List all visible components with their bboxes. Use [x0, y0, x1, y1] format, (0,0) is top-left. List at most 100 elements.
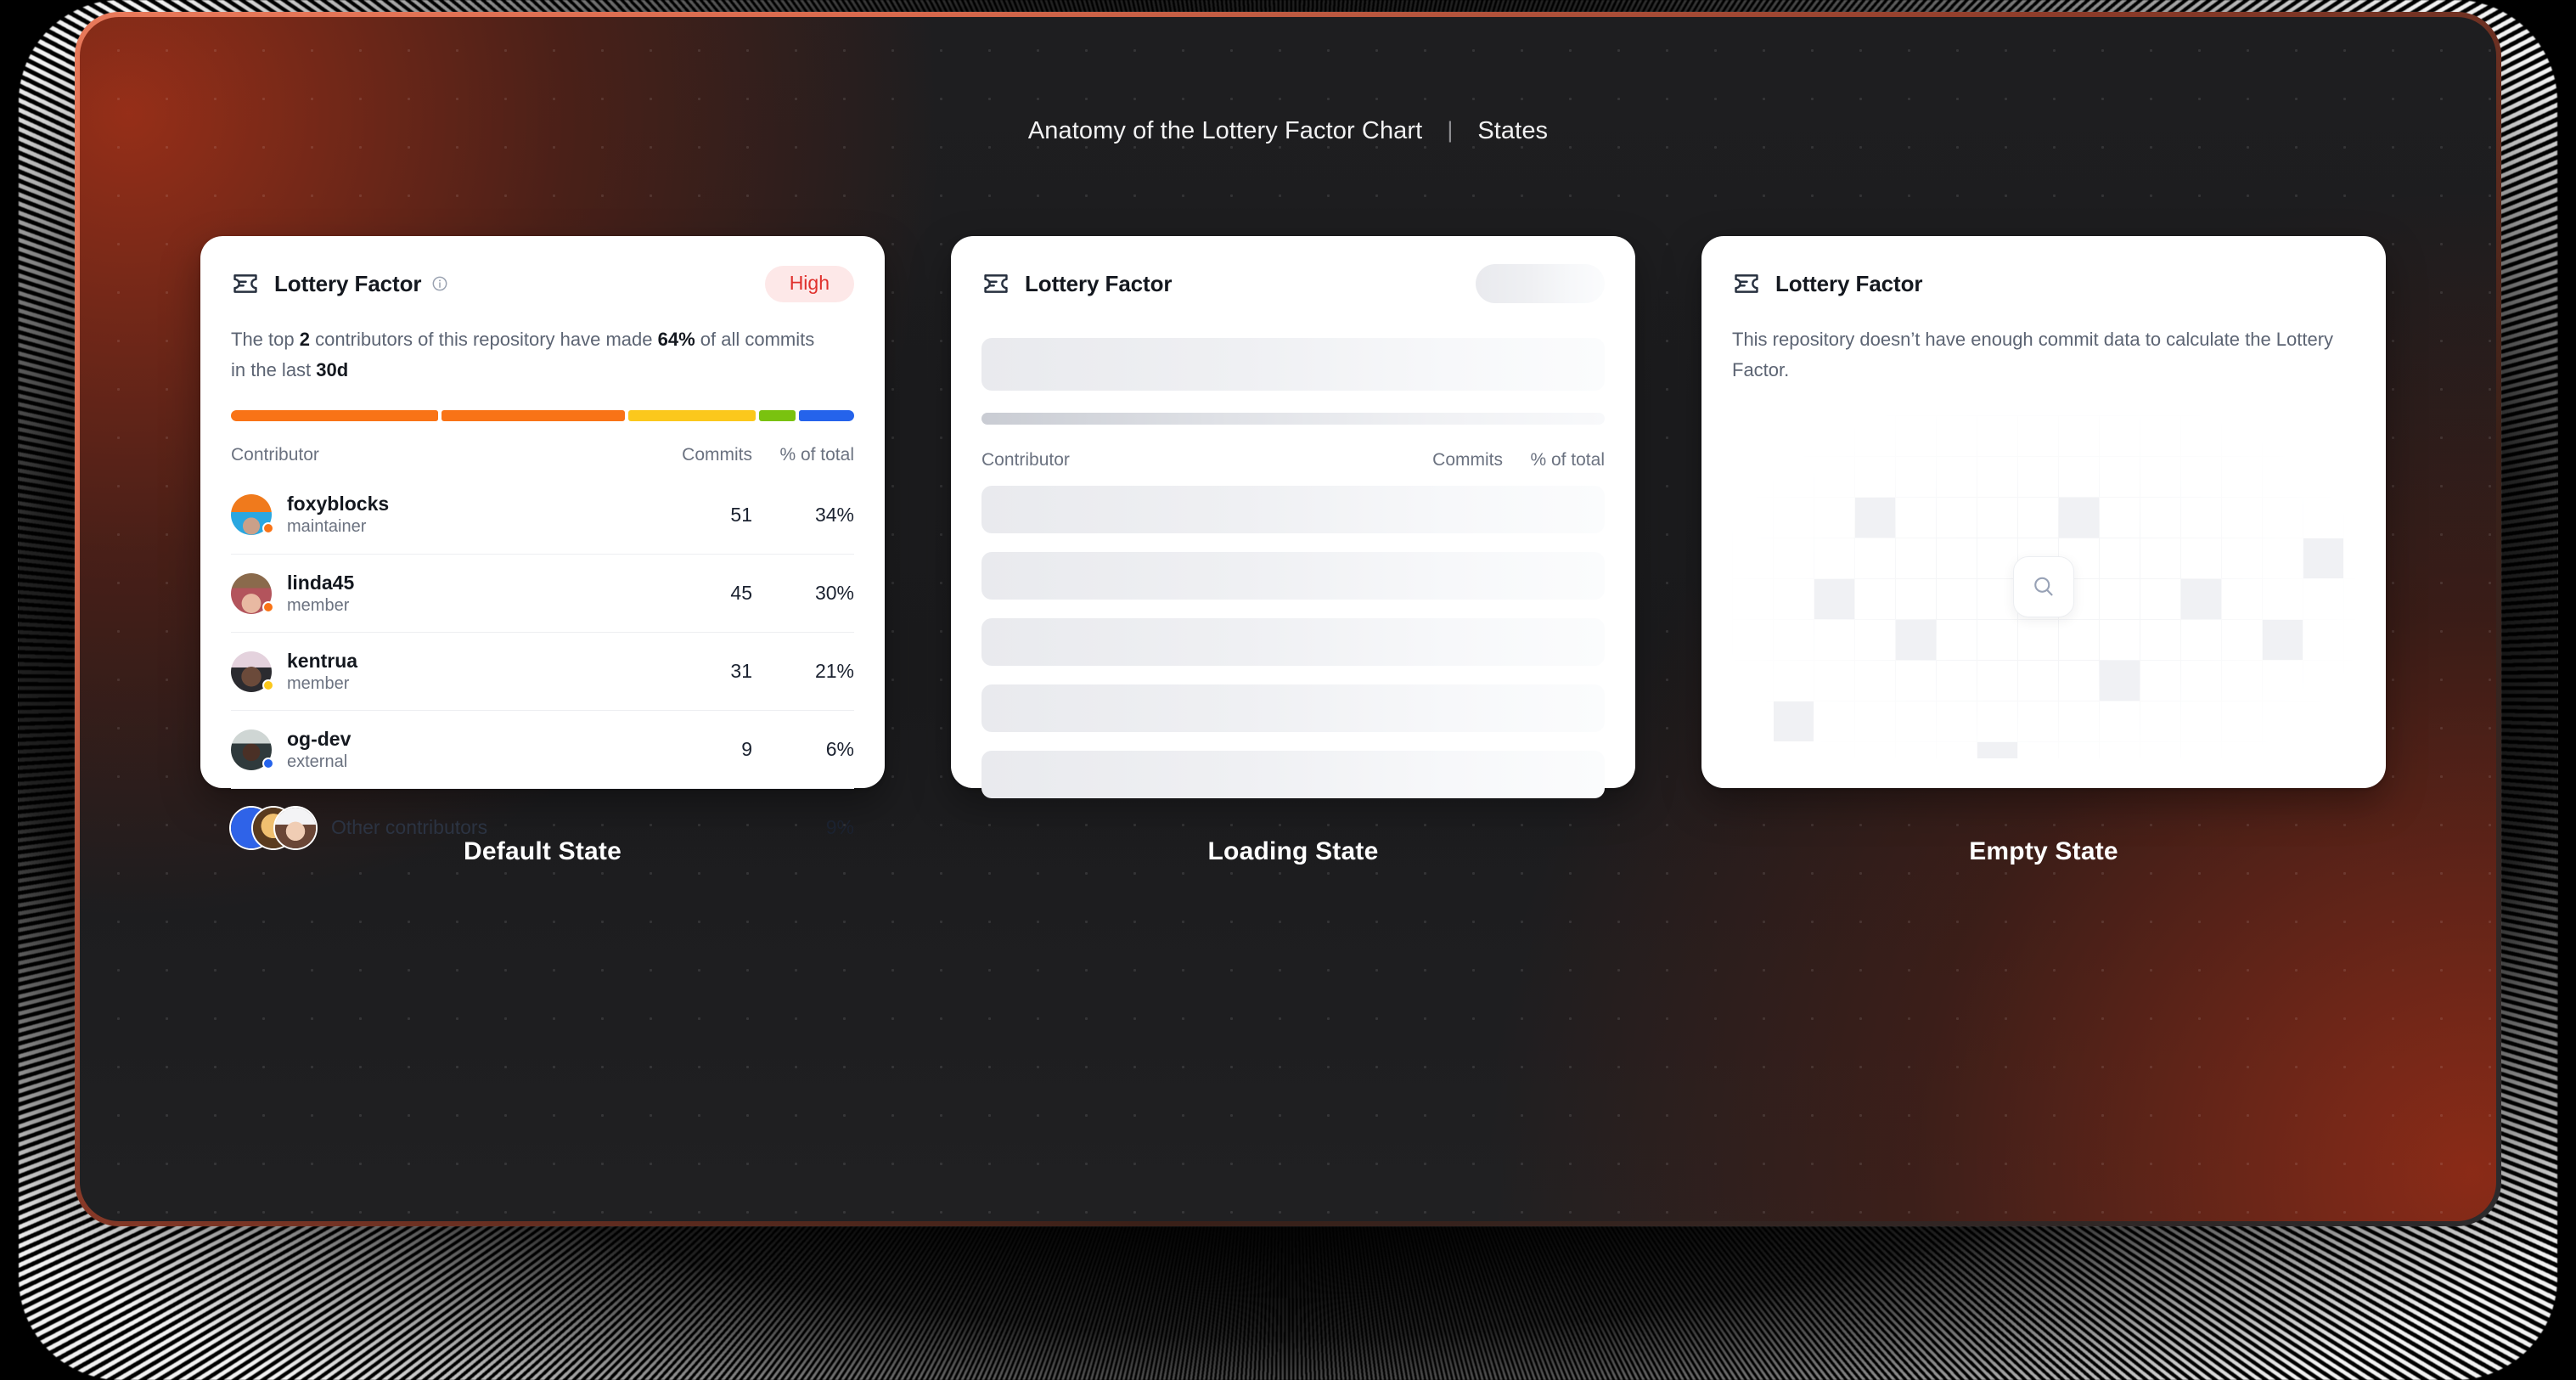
contributor-cell: kentrua member [231, 650, 642, 694]
empty-illustration [1732, 415, 2355, 759]
contributor-cell: og-dev external [231, 728, 642, 772]
description-skeleton [981, 338, 1605, 391]
search-icon [2034, 577, 2053, 596]
grid-cell [2100, 661, 2140, 701]
column-header-pct: % of total [779, 445, 854, 465]
grid-cell [2263, 620, 2303, 661]
breadcrumb-primary: Anatomy of the Lottery Factor Chart [1027, 117, 1423, 144]
table-row[interactable]: og-dev external 9 6% [231, 710, 854, 788]
percent-cell: 21% [814, 660, 854, 683]
avatar [275, 807, 316, 848]
column-header-pct: % of total [1530, 450, 1605, 470]
card-header-empty: Lottery Factor [1732, 265, 2355, 302]
contributor-text: og-dev external [287, 728, 351, 772]
row-skeleton [981, 486, 1605, 533]
info-icon[interactable] [431, 275, 448, 292]
avatar-status-dot [262, 522, 274, 535]
row-skeleton [981, 618, 1605, 666]
contributor-role: maintainer [287, 517, 367, 537]
percent-cell: 34% [814, 503, 854, 526]
row-skeleton [981, 751, 1605, 798]
card-title: Lottery Factor [1025, 270, 1173, 296]
contributor-name[interactable]: linda45 [287, 572, 354, 594]
segment-2 [442, 410, 625, 422]
avatar-status-dot [262, 679, 274, 691]
breadcrumb-secondary: States [1477, 117, 1549, 144]
table-body: foxyblocks maintainer 51 34% linda45 member 45… [231, 476, 854, 866]
table-row[interactable]: kentrua member 31 21% [231, 632, 854, 710]
other-contributors-label: Other contributors [331, 816, 488, 839]
state-label-loading: Loading State [1207, 837, 1379, 865]
loading-state-column: Lottery Factor Contributor Commits % of … [951, 236, 1635, 866]
ticket-icon [1735, 274, 1758, 293]
avatar-status-dot [262, 757, 274, 769]
avatar [231, 572, 274, 614]
segment-5 [799, 410, 855, 422]
grid-cell [1977, 742, 2017, 759]
table-header: Contributor Commits % of total [981, 450, 1605, 481]
state-label-empty: Empty State [1969, 837, 2118, 865]
contributor-name[interactable]: kentrua [287, 650, 357, 672]
badge-skeleton [1476, 264, 1605, 303]
contributor-text: linda45 member [287, 572, 354, 616]
breadcrumb: Anatomy of the Lottery Factor Chart | St… [80, 117, 2496, 145]
segment-bar-skeleton [981, 413, 1605, 425]
column-header-commits: Commits [1432, 450, 1503, 470]
commits-cell: 31 [730, 660, 752, 683]
card-title: Lottery Factor [274, 270, 422, 296]
avatar [231, 651, 274, 692]
contributor-name[interactable]: og-dev [287, 728, 351, 750]
avatar [231, 729, 274, 770]
contributor-cell: linda45 member [231, 572, 642, 616]
avatar-stack [231, 807, 316, 848]
desc-part-1: The top [231, 329, 300, 350]
table-header: Contributor Commits % of total [231, 445, 854, 476]
avatar-status-dot [262, 600, 274, 613]
grid-cell [2059, 498, 2099, 538]
contribution-segment-bar [231, 410, 855, 422]
contributor-table-loading: Contributor Commits % of total [981, 450, 1605, 798]
row-skeleton [981, 552, 1605, 600]
percent-cell: 6% [825, 738, 854, 761]
card-description: The top 2 contributors of this repositor… [231, 324, 825, 385]
column-header-contributor: Contributor [981, 450, 1070, 470]
breadcrumb-separator: | [1447, 117, 1454, 143]
ticket-icon [984, 274, 1008, 293]
lottery-factor-card-default[interactable]: Lottery Factor High The top 2 contributo… [200, 236, 885, 848]
commits-cell: 9 [741, 738, 752, 761]
default-state-column: Lottery Factor High The top 2 contributo… [200, 236, 885, 866]
grid-cell [1814, 579, 1854, 620]
segment-1 [231, 410, 439, 422]
desc-bold-contributors: 2 [299, 329, 310, 350]
table-row[interactable]: linda45 member 45 30% [231, 554, 854, 632]
search-chip [2013, 556, 2074, 618]
grid-cell [2303, 538, 2343, 579]
card-header-default: Lottery Factor High [231, 265, 854, 302]
contributor-name[interactable]: foxyblocks [287, 493, 389, 515]
table-row-other[interactable]: Other contributors 9% [231, 788, 854, 866]
state-card-row: Lottery Factor High The top 2 contributo… [200, 236, 2386, 866]
card-header-loading: Lottery Factor [981, 264, 1605, 303]
commits-cell: 45 [730, 582, 752, 605]
contributor-text: foxyblocks maintainer [287, 493, 389, 537]
desc-bold-percent: 64% [657, 329, 695, 350]
card-title: Lottery Factor [1775, 270, 1923, 296]
presentation-panel: Anatomy of the Lottery Factor Chart | St… [80, 17, 2496, 1221]
lottery-factor-card-empty[interactable]: Lottery Factor This repository doesn’t h… [1701, 236, 2386, 788]
grid-cell [1855, 498, 1895, 538]
avatar [231, 494, 274, 536]
ticket-icon [233, 274, 257, 293]
other-contributors-cell: Other contributors [231, 807, 642, 848]
grid-cell [2181, 579, 2221, 620]
lottery-factor-card-loading[interactable]: Lottery Factor Contributor Commits % of … [951, 236, 1635, 798]
empty-message: This repository doesn’t have enough comm… [1732, 329, 2334, 380]
commits-cell: 51 [730, 503, 752, 526]
empty-state-column: Lottery Factor This repository doesn’t h… [1701, 236, 2386, 866]
desc-part-2: contributors of this repository have mad… [309, 329, 658, 350]
row-skeleton [981, 684, 1605, 732]
table-row[interactable]: foxyblocks maintainer 51 34% [231, 476, 854, 554]
column-header-commits: Commits [682, 445, 752, 465]
contributor-role: member [287, 673, 350, 693]
avatar-image [275, 807, 316, 848]
contributor-role: external [287, 752, 348, 771]
